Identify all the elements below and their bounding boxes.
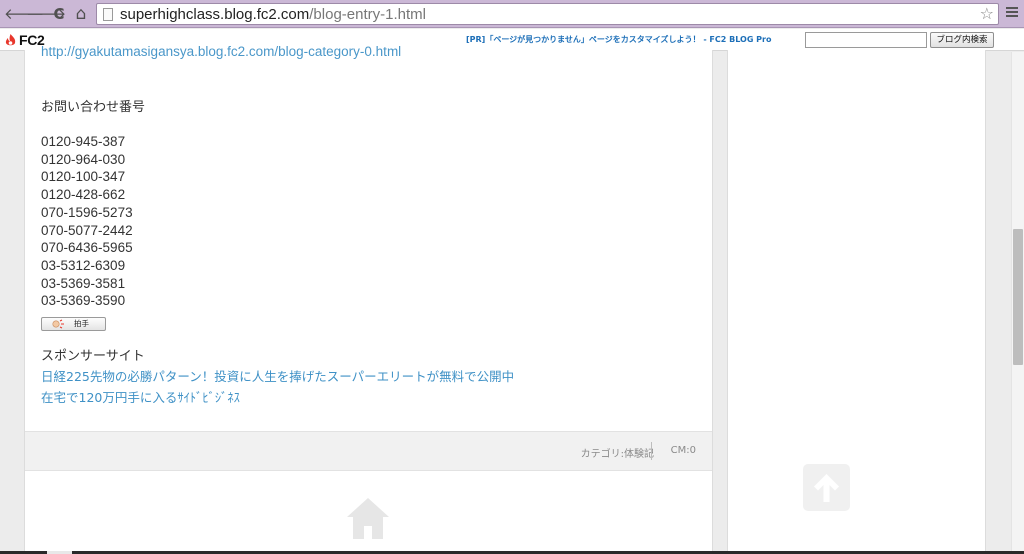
phone-number: 03-5369-3590 [41,293,126,309]
sponsor-link[interactable]: 日経225先物の必勝パターン！投資に人生を捧げたスーパーエリートが無料で公開中 [41,366,514,385]
entry-footer: カテゴリ:体験記 CM:0 [25,431,712,471]
back-to-top-button[interactable] [803,464,850,511]
up-arrow-icon [814,474,839,502]
blog-search-button[interactable]: ブログ内検索 [930,32,994,48]
main-column: http://gyakutamasigansya.blog.fc2.com/bl… [24,44,713,554]
clap-hands-icon [52,319,64,329]
browser-toolbar: 🡐 🡒 C ⌂ superhighclass.blog.fc2.com/blog… [0,0,1024,28]
vertical-scrollbar[interactable] [1011,52,1024,554]
url-path: /blog-entry-1.html [309,6,426,23]
phone-number: 0120-100-347 [41,169,126,185]
phone-number: 03-5312-6309 [41,257,126,273]
hamburger-menu-icon[interactable] [1006,7,1018,19]
clap-label: 拍手 [74,319,89,328]
url-host: superhighclass.blog.fc2.com [120,6,310,23]
back-arrow-icon[interactable]: 🡐 [4,4,44,24]
bookmark-star-icon[interactable]: ☆ [980,4,994,24]
phone-number: 0120-428-662 [41,187,126,203]
page-content: http://gyakutamasigansya.blog.fc2.com/bl… [0,44,1024,554]
phone-number: 0120-964-030 [41,151,126,167]
reload-icon[interactable]: C [50,4,68,24]
scrollbar-thumb[interactable] [1013,229,1023,365]
entry-category-link[interactable]: カテゴリ:体験記 [581,445,654,460]
phone-number: 03-5369-3581 [41,275,126,291]
phone-number: 070-5077-2442 [41,222,133,238]
phone-number: 0120-945-387 [41,134,126,149]
footer-divider [651,442,652,460]
fc2-logo[interactable]: FC2 [4,32,45,48]
phone-number: 070-1596-5273 [41,204,133,220]
page-icon [103,8,113,21]
home-icon[interactable] [345,495,391,539]
address-bar[interactable]: superhighclass.blog.fc2.com/blog-entry-1… [96,3,999,25]
fc2-flame-icon [5,34,16,46]
contact-heading: お問い合わせ番号 [41,100,146,115]
sponsor-heading: スポンサーサイト [41,349,145,364]
phone-number: 070-6436-5965 [41,240,133,256]
url-text[interactable]: superhighclass.blog.fc2.com/blog-entry-1… [120,5,426,24]
pr-link[interactable]: [PR]「ページが見つかりません」ページをカスタマイズしよう！ - FC2 BL… [466,34,771,45]
phone-list: 0120-945-387 0120-964-030 0120-100-347 0… [41,133,133,310]
forward-arrow-icon[interactable]: 🡒 [26,4,66,24]
sidebar-column [727,50,986,554]
sponsor-link[interactable]: 在宅で120万円手に入るｻｲﾄﾞﾋﾞｼﾞﾈｽ [41,387,240,406]
entry-comments-link[interactable]: CM:0 [671,445,696,456]
clap-button[interactable]: 拍手 [41,317,106,331]
home-icon-browser[interactable]: ⌂ [72,4,90,24]
category-link[interactable]: http://gyakutamasigansya.blog.fc2.com/bl… [41,44,401,59]
blog-search-input[interactable] [805,32,927,48]
